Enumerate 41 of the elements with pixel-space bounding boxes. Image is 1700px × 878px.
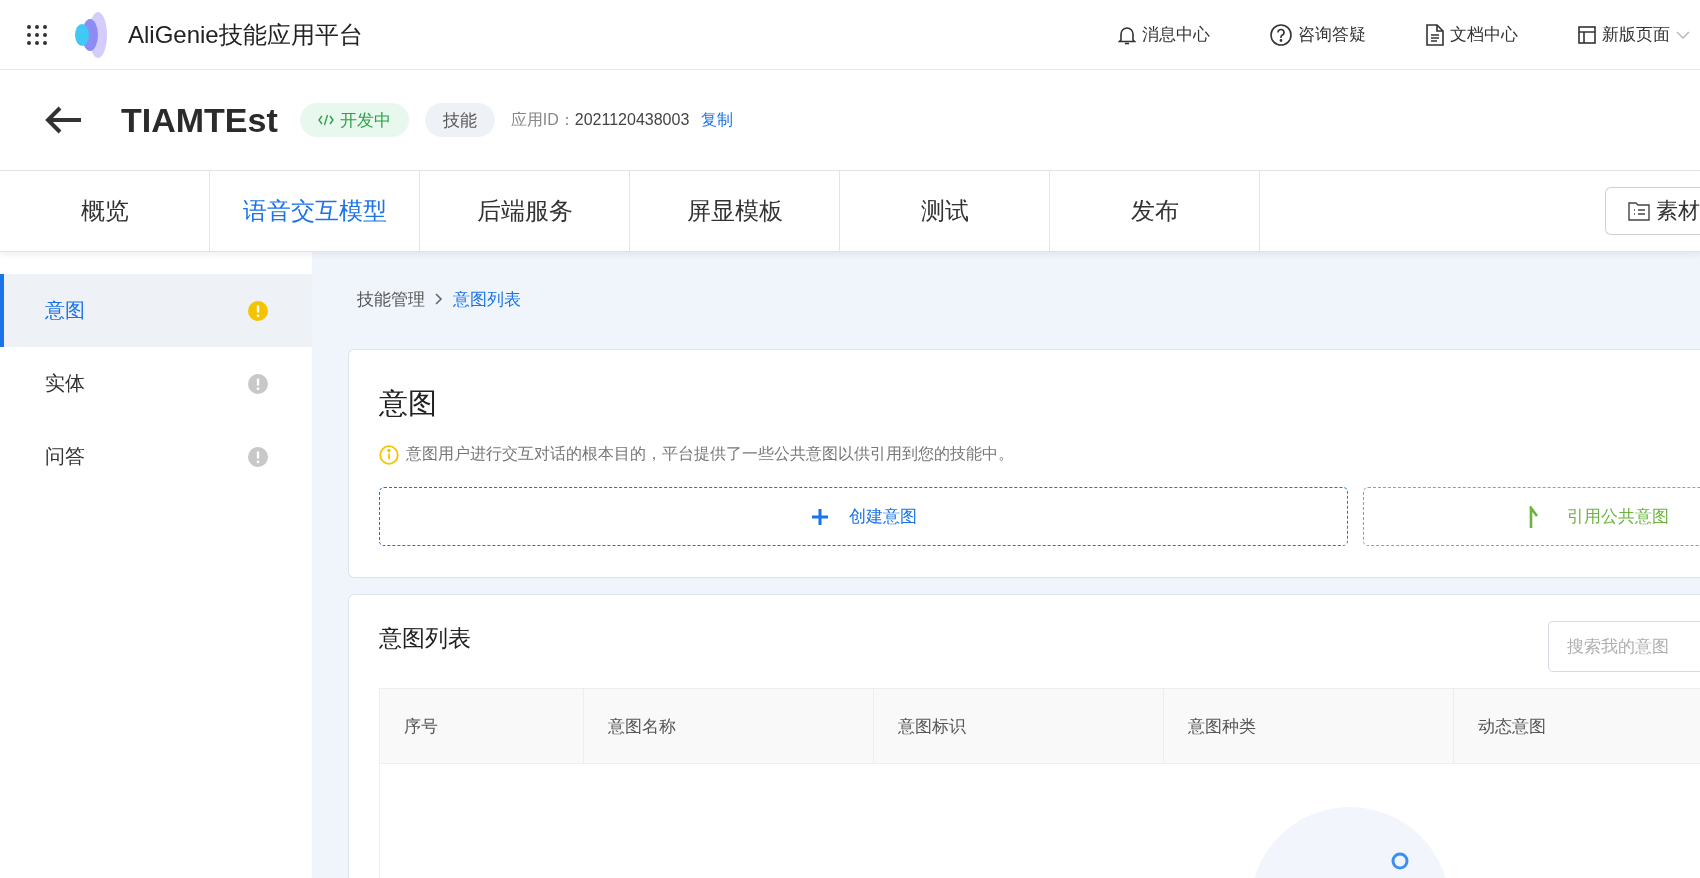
top-nav-link[interactable]: 新版页面 <box>1578 23 1690 46</box>
tab[interactable]: 后端服务 <box>420 171 630 251</box>
tab[interactable]: 发布 <box>1050 171 1260 251</box>
code-icon <box>317 114 334 126</box>
info-icon <box>379 444 399 465</box>
description-text: 意图用户进行交互对话的根本目的，平台提供了一些公共意图以供引用到您的技能中。 <box>406 444 1014 464</box>
copy-link[interactable]: 复制 <box>701 109 734 131</box>
list-title: 意图列表 <box>379 624 471 653</box>
column-header: 意图标识 <box>874 689 1164 763</box>
skill-title: TIAMTEst <box>121 100 278 140</box>
sidebar-item[interactable]: 问答 <box>0 420 312 493</box>
folder-list-icon <box>1628 200 1650 222</box>
create-intent-button[interactable]: 创建意图 <box>379 487 1348 546</box>
column-header: 意图种类 <box>1164 689 1454 763</box>
app-id-value: 2021120438003 <box>574 111 690 129</box>
column-header: 序号 <box>380 689 584 763</box>
type-tag: 技能 <box>424 103 495 137</box>
status-tag: 开发中 <box>299 103 409 137</box>
sidebar-item[interactable]: 意图 <box>0 274 312 347</box>
column-header: 意图名称 <box>584 689 874 763</box>
apps-grid-icon[interactable] <box>26 23 48 46</box>
tab[interactable]: 测试 <box>840 171 1050 251</box>
app-id-label: 应用ID： <box>510 109 575 130</box>
materials-button[interactable]: 素材 <box>1605 187 1700 235</box>
top-nav-link[interactable]: 消息中心 <box>1118 23 1210 46</box>
breadcrumb-link[interactable]: 技能管理 <box>357 287 425 311</box>
section-title: 意图 <box>379 386 438 421</box>
logo-icon <box>72 10 108 59</box>
breadcrumb-link[interactable]: 意图列表 <box>453 287 521 311</box>
plus-icon <box>810 507 829 526</box>
column-header: 动态意图 <box>1454 689 1700 763</box>
chevron-right-icon <box>435 293 443 305</box>
top-nav-link[interactable]: 咨询答疑 <box>1270 23 1366 46</box>
sidebar-item[interactable]: 实体 <box>0 347 312 420</box>
search-field[interactable]: 搜索我的意图 <box>1548 621 1700 672</box>
back-arrow-icon[interactable] <box>45 106 83 134</box>
top-nav-link[interactable]: 文档中心 <box>1426 23 1518 46</box>
tab[interactable]: 概览 <box>0 171 210 251</box>
tab[interactable]: 语音交互模型 <box>210 171 420 251</box>
tab[interactable]: 屏显模板 <box>630 171 840 251</box>
app-title: AliGenie技能应用平台 <box>128 19 363 50</box>
